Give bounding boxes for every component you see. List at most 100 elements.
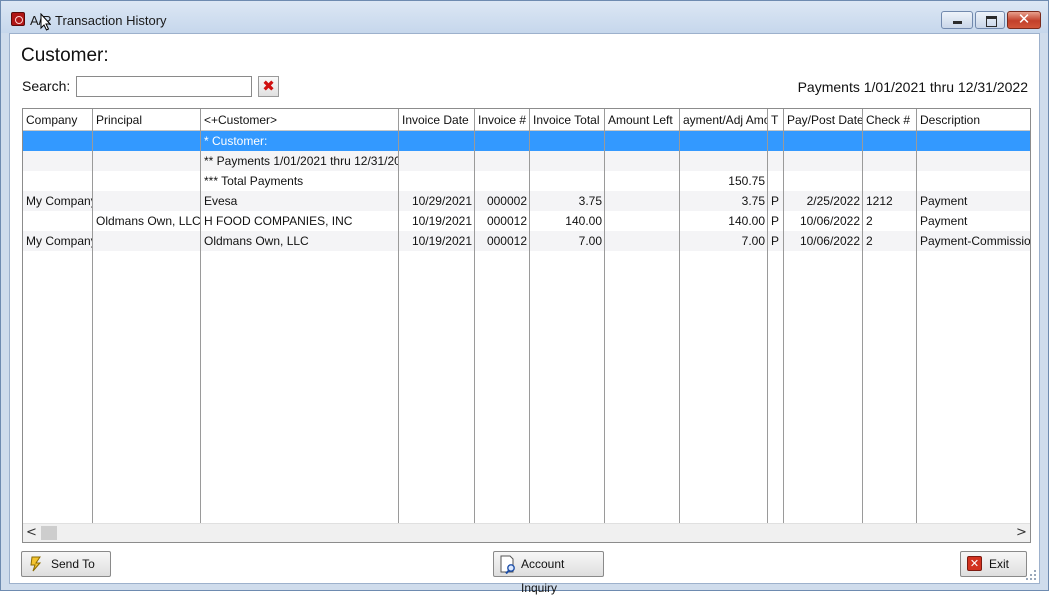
column-divider[interactable] <box>529 109 530 523</box>
minimize-button[interactable] <box>941 11 973 29</box>
horizontal-scrollbar[interactable]: < > <box>23 523 1030 542</box>
scroll-right-icon[interactable]: > <box>1013 524 1030 542</box>
cell-check-number <box>863 171 917 191</box>
column-divider[interactable] <box>92 109 93 523</box>
clear-search-button[interactable]: ✖ <box>258 76 279 97</box>
table-row[interactable]: My Company, Oldmans Own, LLC 10/19/2021 000… <box>23 231 1030 251</box>
send-to-button[interactable]: Send To <box>21 551 111 577</box>
column-header-customer[interactable]: <+Customer> <box>201 109 399 131</box>
cell-invoice-number: 000012 <box>486 234 527 248</box>
cell-description <box>917 131 1030 151</box>
send-to-icon <box>30 556 42 572</box>
column-divider[interactable] <box>200 109 201 523</box>
cell-check-number <box>863 131 917 151</box>
column-divider[interactable] <box>767 109 768 523</box>
column-header-type[interactable]: T <box>768 109 784 131</box>
cell-customer: Evesa <box>204 194 238 208</box>
cell-type <box>768 131 784 151</box>
mouse-cursor-icon <box>40 13 52 31</box>
cell-type <box>768 171 784 191</box>
cell-invoice-number <box>475 151 530 171</box>
cell-check-number: 2 <box>866 234 873 248</box>
close-icon: ✕ <box>1017 10 1031 28</box>
cell-type <box>768 151 784 171</box>
cell-principal <box>93 171 201 191</box>
transaction-grid[interactable]: Company Principal <+Customer> Invoice Date I… <box>22 108 1031 543</box>
column-header-description[interactable]: Description <box>917 109 1030 131</box>
column-header-check-number[interactable]: Check # <box>863 109 917 131</box>
cell-company <box>23 171 93 191</box>
cell-payment-adj-amount: 150.75 <box>728 174 765 188</box>
cell-company <box>23 211 93 231</box>
app-icon[interactable] <box>11 12 25 26</box>
column-divider[interactable] <box>783 109 784 523</box>
cell-company <box>23 131 93 151</box>
table-row[interactable]: *** Total Payments 150.75 <box>23 171 1030 191</box>
cell-pay-post-date <box>784 171 863 191</box>
cell-principal <box>93 151 201 171</box>
column-divider[interactable] <box>398 109 399 523</box>
column-header-payment-adj-amount[interactable]: ayment/Adj Amour <box>680 109 768 131</box>
cell-payment-adj-amount: 3.75 <box>741 194 765 208</box>
send-to-label: Send To <box>51 557 95 571</box>
cell-pay-post-date: 10/06/2022 <box>799 234 860 248</box>
cell-amount-left <box>605 211 680 231</box>
column-header-invoice-total[interactable]: Invoice Total <box>530 109 605 131</box>
column-header-company[interactable]: Company <box>23 109 93 131</box>
cell-principal <box>93 231 201 251</box>
cell-description: Payment <box>920 194 968 208</box>
cell-customer: ** Payments 1/01/2021 thru 12/31/2022 <box>204 154 399 168</box>
cell-invoice-total: 140.00 <box>565 214 602 228</box>
cell-invoice-date <box>399 151 475 171</box>
cell-company: My Company, <box>26 194 93 208</box>
close-window-button[interactable]: ✕ <box>1007 10 1041 29</box>
cell-principal: Oldmans Own, LLC <box>96 214 201 228</box>
exit-button[interactable]: ✕ Exit <box>960 551 1027 577</box>
title-bar[interactable]: A/R Transaction History ✕ <box>1 1 1048 33</box>
column-header-invoice-date[interactable]: Invoice Date <box>399 109 475 131</box>
cell-invoice-date: 10/19/2021 <box>411 234 472 248</box>
cell-amount-left <box>605 231 680 251</box>
cell-type: P <box>771 194 780 208</box>
scroll-thumb[interactable] <box>41 526 57 540</box>
cell-invoice-total: 7.00 <box>578 234 602 248</box>
cell-invoice-number <box>475 131 530 151</box>
cell-amount-left <box>605 131 680 151</box>
table-row[interactable]: Oldmans Own, LLC H FOOD COMPANIES, INC 10/… <box>23 211 1030 231</box>
cell-invoice-number: 000002 <box>486 194 527 208</box>
cell-check-number <box>863 151 917 171</box>
cell-type: P <box>771 214 780 228</box>
table-row[interactable]: My Company, Evesa 10/29/2021 000002 3.75 3.75… <box>23 191 1030 211</box>
cell-description: Payment <box>920 214 968 228</box>
exit-label: Exit <box>989 557 1010 571</box>
column-divider[interactable] <box>862 109 863 523</box>
cell-payment-adj-amount <box>680 131 768 151</box>
grid-header: Company Principal <+Customer> Invoice Date I… <box>23 109 1030 131</box>
search-input[interactable] <box>76 76 252 97</box>
cell-invoice-number <box>475 171 530 191</box>
table-row[interactable]: ** Payments 1/01/2021 thru 12/31/2022 <box>23 151 1030 171</box>
maximize-button[interactable] <box>975 11 1005 29</box>
table-row[interactable]: * Customer: <box>23 131 1030 151</box>
resize-grip-icon[interactable] <box>1025 569 1037 581</box>
customer-heading: Customer: <box>21 45 109 66</box>
column-header-amount-left[interactable]: Amount Left <box>605 109 680 131</box>
cell-amount-left <box>605 171 680 191</box>
scroll-left-icon[interactable]: < <box>23 524 40 542</box>
column-divider[interactable] <box>474 109 475 523</box>
app-window: A/R Transaction History ✕ Customer: Sear… <box>0 0 1049 595</box>
column-header-pay-post-date[interactable]: Pay/Post Date <box>784 109 863 131</box>
cell-principal <box>93 191 201 211</box>
column-header-invoice-number[interactable]: Invoice # <box>475 109 530 131</box>
cell-amount-left <box>605 151 680 171</box>
column-header-principal[interactable]: Principal <box>93 109 201 131</box>
client-area: Customer: Search: ✖ Payments 1/01/2021 t… <box>9 33 1040 595</box>
magnifier-document-icon <box>500 555 515 574</box>
cell-description <box>917 171 1030 191</box>
column-divider[interactable] <box>604 109 605 523</box>
account-inquiry-button[interactable]: Account Inquiry <box>493 551 604 595</box>
search-label: Search: <box>22 78 71 94</box>
cell-invoice-date <box>399 171 475 191</box>
column-divider[interactable] <box>679 109 680 523</box>
column-divider[interactable] <box>916 109 917 523</box>
